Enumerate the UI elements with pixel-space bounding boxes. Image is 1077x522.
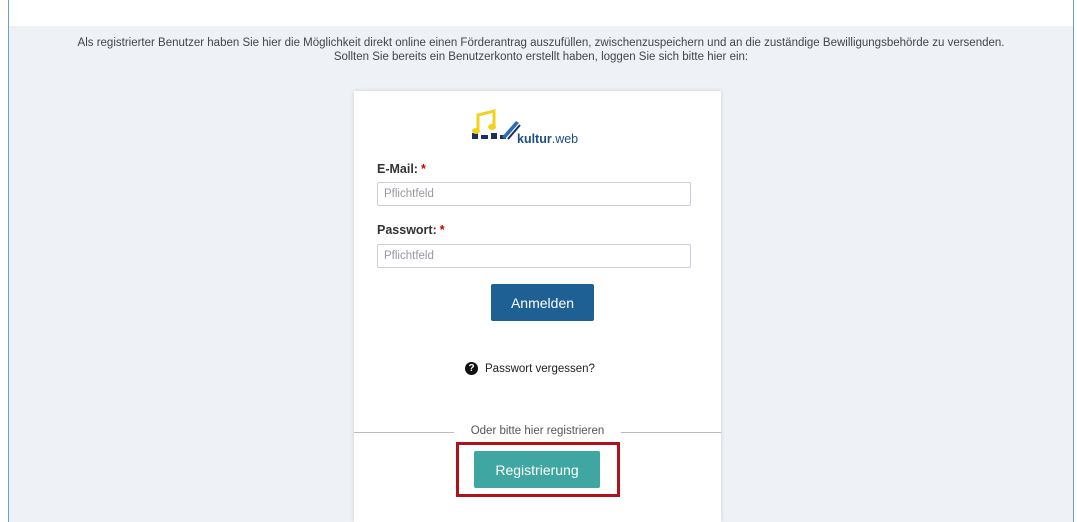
intro-line-2: Sollten Sie bereits ein Benutzerkonto er… bbox=[333, 51, 749, 63]
password-label-text: Passwort: bbox=[377, 223, 437, 237]
email-field[interactable] bbox=[377, 182, 691, 206]
logo-text: kultur.web bbox=[517, 132, 578, 146]
intro-text: Als registrierter Benutzer haben Sie hie… bbox=[9, 36, 1073, 64]
register-divider-text: Oder bitte hier registrieren bbox=[462, 425, 613, 437]
intro-line-1: Als registrierter Benutzer haben Sie hie… bbox=[77, 37, 1005, 49]
password-field[interactable] bbox=[377, 244, 691, 268]
password-label: Passwort: * bbox=[377, 223, 445, 237]
required-marker: * bbox=[439, 223, 445, 237]
logo-suffix: .web bbox=[551, 132, 579, 146]
email-label-text: E-Mail: bbox=[377, 162, 418, 176]
login-button[interactable]: Anmelden bbox=[491, 284, 594, 321]
top-bar bbox=[9, 0, 1073, 26]
required-marker: * bbox=[420, 162, 426, 176]
register-highlight-box bbox=[456, 442, 620, 497]
forgot-password-link[interactable]: ? Passwort vergessen? bbox=[465, 362, 595, 375]
email-label: E-Mail: * bbox=[377, 162, 426, 176]
forgot-password-text: Passwort vergessen? bbox=[485, 362, 595, 375]
question-icon: ? bbox=[465, 362, 478, 375]
logo-name: kultur bbox=[517, 132, 552, 146]
register-divider: Oder bitte hier registrieren bbox=[354, 425, 721, 437]
